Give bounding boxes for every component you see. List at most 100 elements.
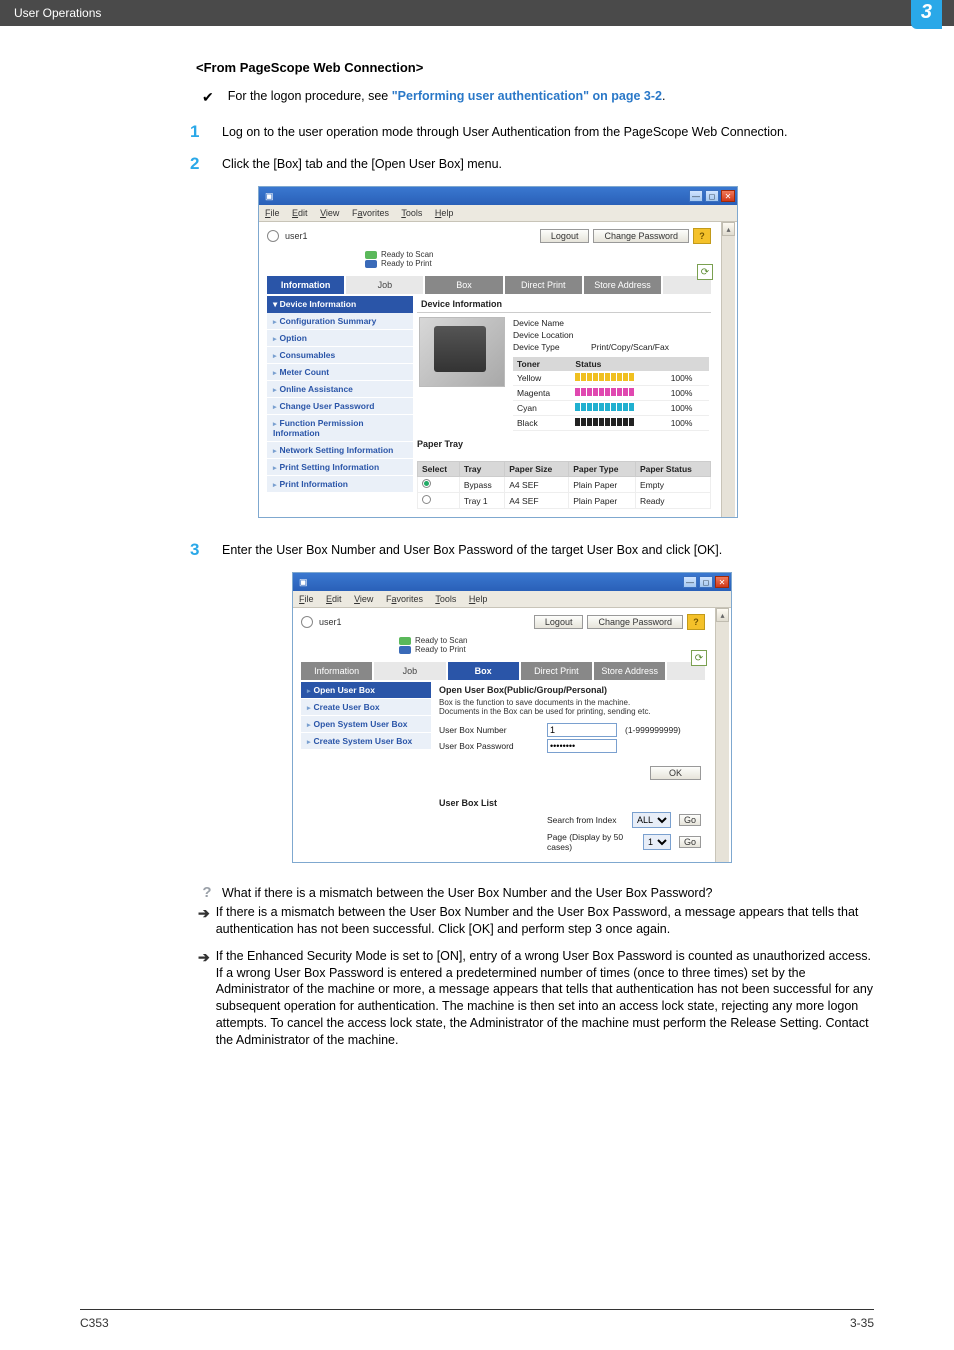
table-row: BypassA4 SEFPlain PaperEmpty <box>418 477 711 493</box>
menu-edit[interactable]: Edit <box>292 208 308 218</box>
tab-job[interactable]: Job <box>374 662 445 680</box>
sidebar-item-create-user-box[interactable]: Create User Box <box>301 699 431 716</box>
help-icon[interactable]: ? <box>693 228 711 244</box>
menu-tools[interactable]: Tools <box>435 594 456 604</box>
close-icon[interactable]: ✕ <box>721 190 735 202</box>
sidebar-item-change-pw[interactable]: Change User Password <box>267 398 413 415</box>
toner-table: TonerStatus Yellow100% Magenta100% Cyan1… <box>513 357 709 431</box>
menu-tools[interactable]: Tools <box>401 208 422 218</box>
ok-button[interactable]: OK <box>650 766 701 780</box>
step-number: 1 <box>190 122 206 142</box>
window-app-icon: ▣ <box>299 577 308 588</box>
section-title: <From PageScope Web Connection> <box>196 60 874 75</box>
print-status-icon <box>365 260 377 268</box>
tab-direct-print[interactable]: Direct Print <box>505 276 582 294</box>
menu-file[interactable]: File <box>299 594 314 604</box>
menu-help[interactable]: Help <box>435 208 454 218</box>
menu-help[interactable]: Help <box>469 594 488 604</box>
tray-radio[interactable] <box>422 479 431 488</box>
open-userbox-header: Open User Box(Public/Group/Personal) <box>435 682 705 698</box>
tab-direct-print[interactable]: Direct Print <box>521 662 592 680</box>
qa-question: What if there is a mismatch between the … <box>222 885 713 902</box>
maximize-icon[interactable]: ◻ <box>699 576 713 588</box>
page-label: Page (Display by 50 cases) <box>547 832 635 852</box>
userbox-number-input[interactable] <box>547 723 617 737</box>
status-scan: Ready to Scan <box>415 636 467 645</box>
minimize-icon[interactable]: — <box>689 190 703 202</box>
sidebar-item-option[interactable]: Option <box>267 330 413 347</box>
sidebar-item-open-system-box[interactable]: Open System User Box <box>301 716 431 733</box>
sidebar-item-print-info[interactable]: Print Information <box>267 476 413 493</box>
tray-radio[interactable] <box>422 495 431 504</box>
sidenav: Open User Box Create User Box Open Syste… <box>301 682 431 854</box>
change-password-button[interactable]: Change Password <box>593 229 689 243</box>
tray-col-size: Paper Size <box>505 462 569 477</box>
sidebar-item-func-permission[interactable]: Function Permission Information <box>267 415 413 442</box>
tray-col-status: Paper Status <box>635 462 710 477</box>
menu-favorites[interactable]: Favorites <box>352 208 389 218</box>
userbox-number-range: (1-999999999) <box>625 725 681 735</box>
sidebar-item-consumables[interactable]: Consumables <box>267 347 413 364</box>
table-row: Cyan100% <box>513 401 709 416</box>
browser-menubar: File Edit View Favorites Tools Help <box>293 591 731 608</box>
tab-job[interactable]: Job <box>346 276 423 294</box>
scrollbar[interactable]: ▴ <box>715 608 729 862</box>
logout-button[interactable]: Logout <box>540 229 590 243</box>
qa-answer-2: If the Enhanced Security Mode is set to … <box>216 948 874 1049</box>
close-icon[interactable]: ✕ <box>715 576 729 588</box>
userbox-password-input[interactable] <box>547 739 617 753</box>
menu-view[interactable]: View <box>354 594 373 604</box>
refresh-icon[interactable]: ⟳ <box>691 650 707 666</box>
go-button[interactable]: Go <box>679 836 701 848</box>
sidebar-item-create-system-box[interactable]: Create System User Box <box>301 733 431 750</box>
search-index-select[interactable]: ALL <box>632 812 671 828</box>
browser-menubar: File Edit View Favorites Tools Help <box>259 205 737 222</box>
scroll-up-icon[interactable]: ▴ <box>716 608 729 622</box>
scan-status-icon <box>365 251 377 259</box>
tab-box[interactable]: Box <box>448 662 519 680</box>
question-icon: ? <box>198 885 216 901</box>
browser-window-open-userbox: ▣ — ◻ ✕ File Edit View Favorites Tools H… <box>292 572 732 863</box>
refresh-icon[interactable]: ⟳ <box>697 264 713 280</box>
minimize-icon[interactable]: — <box>683 576 697 588</box>
maximize-icon[interactable]: ◻ <box>705 190 719 202</box>
note-prefix: For the logon procedure, see <box>228 89 392 103</box>
scroll-up-icon[interactable]: ▴ <box>722 222 735 236</box>
table-row: Tray 1A4 SEFPlain PaperReady <box>418 493 711 509</box>
tab-store-address[interactable]: Store Address <box>584 276 661 294</box>
sidebar-item-open-user-box[interactable]: Open User Box <box>301 682 431 699</box>
menu-favorites[interactable]: Favorites <box>386 594 423 604</box>
sidebar-item-network-setting[interactable]: Network Setting Information <box>267 442 413 459</box>
tab-information[interactable]: Information <box>267 276 344 294</box>
menu-view[interactable]: View <box>320 208 339 218</box>
help-icon[interactable]: ? <box>687 614 705 630</box>
device-status: Ready to Scan Ready to Print <box>365 250 729 268</box>
step-1: 1 Log on to the user operation mode thro… <box>196 122 874 142</box>
tray-col-select: Select <box>418 462 460 477</box>
sidebar-item-online-assistance[interactable]: Online Assistance <box>267 381 413 398</box>
menu-file[interactable]: File <box>265 208 280 218</box>
table-row: Yellow100% <box>513 371 709 386</box>
user-icon <box>301 616 313 628</box>
step-text: Enter the User Box Number and User Box P… <box>222 540 722 557</box>
sidebar-item-config-summary[interactable]: Configuration Summary <box>267 313 413 330</box>
auth-link[interactable]: "Performing user authentication" on page… <box>392 89 662 103</box>
step-number: 3 <box>190 540 206 560</box>
page-select[interactable]: 1 <box>643 834 671 850</box>
toner-col-name: Toner <box>513 357 571 371</box>
scrollbar[interactable]: ▴ <box>721 222 735 517</box>
go-button[interactable]: Go <box>679 814 701 826</box>
change-password-button[interactable]: Change Password <box>587 615 683 629</box>
sidebar-item-meter-count[interactable]: Meter Count <box>267 364 413 381</box>
note-suffix: . <box>662 89 665 103</box>
sidenav: ▾ Device Information Configuration Summa… <box>267 296 413 509</box>
tab-information[interactable]: Information <box>301 662 372 680</box>
sidebar-item-print-setting[interactable]: Print Setting Information <box>267 459 413 476</box>
tab-store-address[interactable]: Store Address <box>594 662 665 680</box>
menu-edit[interactable]: Edit <box>326 594 342 604</box>
check-icon: ✔ <box>202 89 214 106</box>
user-icon <box>267 230 279 242</box>
tab-box[interactable]: Box <box>425 276 502 294</box>
logout-button[interactable]: Logout <box>534 615 584 629</box>
page-header: User Operations 3 <box>0 0 954 26</box>
